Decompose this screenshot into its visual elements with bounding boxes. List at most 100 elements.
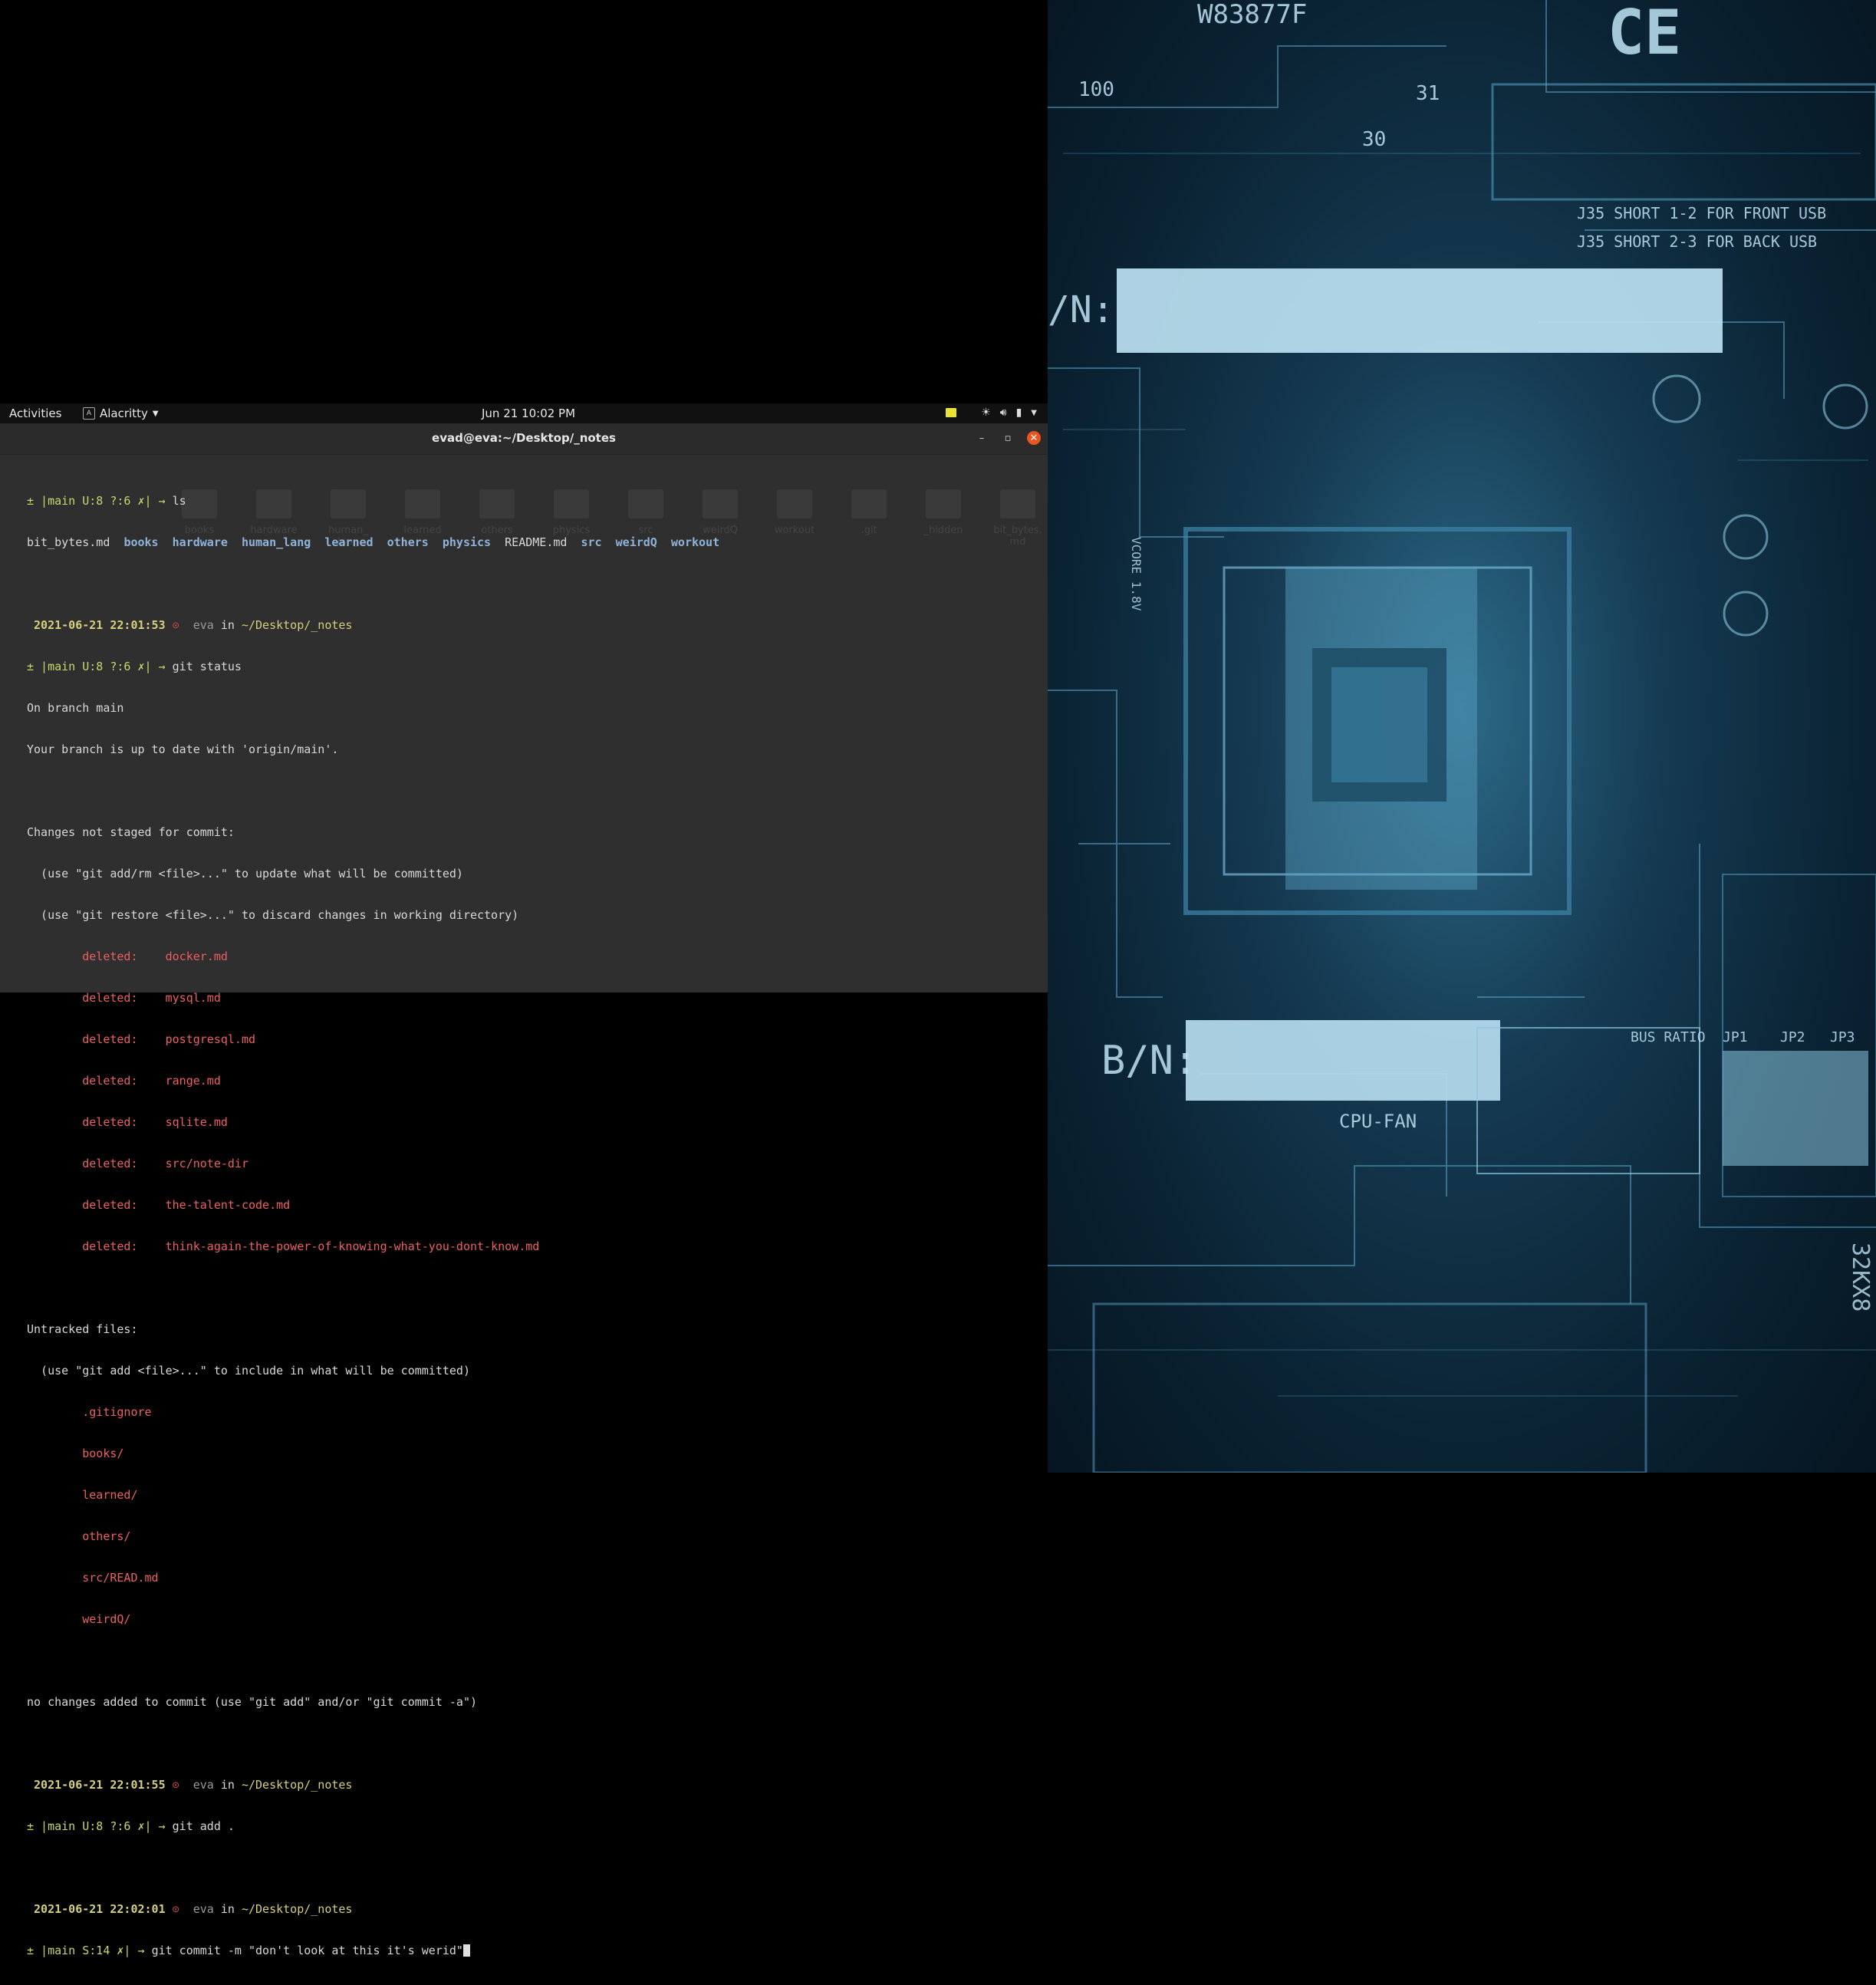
deleted-entry: deleted: postgresql.md bbox=[27, 1032, 1040, 1046]
window-titlebar[interactable]: evad@eva:~/Desktop/_notes – ▫ ✕ bbox=[0, 423, 1048, 455]
status-text: (use "git add <file>..." to include in w… bbox=[27, 1364, 470, 1378]
ls-dir: others bbox=[387, 535, 429, 549]
clock-icon: ⊙ bbox=[172, 618, 179, 632]
svg-text:B/N:: B/N: bbox=[1101, 1038, 1197, 1084]
volume-icon[interactable]: 🔊︎ bbox=[1000, 407, 1007, 419]
battery-icon[interactable]: ▮ bbox=[1016, 407, 1022, 419]
app-menu-label: Alacritty bbox=[100, 407, 148, 420]
ls-dir: physics bbox=[442, 535, 492, 549]
timestamp-line: 2021-06-21 22:02:01 ⊙ eva in ~/Desktop/_… bbox=[27, 1902, 1040, 1916]
ls-dir: learned bbox=[324, 535, 374, 549]
chevron-down-icon: ▼ bbox=[152, 409, 159, 418]
svg-text:30: 30 bbox=[1362, 128, 1386, 151]
untracked-file: src/READ.md bbox=[82, 1571, 159, 1585]
terminal-window[interactable]: evad@eva:~/Desktop/_notes – ▫ ✕ books har… bbox=[0, 423, 1048, 1957]
system-menu-chevron-icon[interactable]: ▼ bbox=[1031, 409, 1037, 417]
app-menu[interactable]: A Alacritty ▼ bbox=[83, 407, 159, 420]
ls-file: bit_bytes.md bbox=[27, 535, 110, 549]
close-button[interactable]: ✕ bbox=[1027, 431, 1041, 445]
deleted-file: the-talent-code.md bbox=[165, 1198, 291, 1212]
status-text: Untracked files: bbox=[27, 1322, 138, 1336]
ls-dir: src bbox=[581, 535, 602, 549]
untracked-entry: others/ bbox=[27, 1529, 1040, 1543]
prompt: ± |main S:14 ✗| → bbox=[27, 1944, 152, 1957]
svg-text:31: 31 bbox=[1416, 82, 1440, 105]
untracked-entry: books/ bbox=[27, 1447, 1040, 1460]
svg-text:VCORE 1.8V: VCORE 1.8V bbox=[1129, 537, 1144, 611]
deleted-label: deleted: bbox=[82, 1115, 138, 1129]
svg-text:JP3: JP3 bbox=[1830, 1029, 1855, 1045]
deleted-file: range.md bbox=[165, 1074, 221, 1088]
deleted-label: deleted: bbox=[82, 950, 138, 963]
svg-text:100: 100 bbox=[1078, 78, 1114, 101]
deleted-label: deleted: bbox=[82, 1198, 138, 1212]
untracked-file: .gitignore bbox=[82, 1405, 152, 1419]
deleted-entry: deleted: sqlite.md bbox=[27, 1115, 1040, 1129]
system-tray[interactable]: ☀ 🔊︎ ▮ ▼ bbox=[946, 407, 1037, 419]
untracked-file: weirdQ/ bbox=[82, 1612, 131, 1626]
timestamp-line: 2021-06-21 22:01:53 ⊙ eva in ~/Desktop/_… bbox=[27, 618, 1040, 632]
terminal-app-icon: A bbox=[83, 407, 95, 420]
prompt: ± |main U:8 ?:6 ✗| → bbox=[27, 494, 173, 508]
brightness-icon[interactable]: ☀ bbox=[981, 407, 991, 419]
status-text: (use "git restore <file>..." to discard … bbox=[27, 908, 519, 922]
untracked-entry: .gitignore bbox=[27, 1405, 1040, 1419]
deleted-entry: deleted: think-again-the-power-of-knowin… bbox=[27, 1239, 1040, 1253]
batch-number-sticker bbox=[1186, 1020, 1500, 1101]
prompt-line: ± |main U:8 ?:6 ✗| → git add . bbox=[27, 1819, 1040, 1833]
timestamp: 2021-06-21 22:01:53 bbox=[34, 618, 166, 632]
minimize-button[interactable]: – bbox=[975, 431, 989, 445]
notes-indicator-icon[interactable] bbox=[946, 408, 957, 417]
deleted-file: postgresql.md bbox=[165, 1032, 256, 1046]
deleted-label: deleted: bbox=[82, 1032, 138, 1046]
svg-text:JP1: JP1 bbox=[1723, 1029, 1748, 1045]
svg-text:JP2: JP2 bbox=[1780, 1029, 1805, 1045]
username: eva bbox=[193, 1902, 214, 1916]
svg-text:BUS RATIO: BUS RATIO bbox=[1631, 1029, 1706, 1045]
wallpaper-label: W83877F bbox=[1197, 0, 1307, 30]
svg-text:J35 SHORT 2-3 FOR BACK USB: J35 SHORT 2-3 FOR BACK USB bbox=[1577, 232, 1817, 251]
timestamp: 2021-06-21 22:01:55 bbox=[34, 1778, 166, 1792]
untracked-entry: src/READ.md bbox=[27, 1571, 1040, 1585]
username: eva bbox=[193, 1778, 214, 1792]
deleted-entry: deleted: src/note-dir bbox=[27, 1157, 1040, 1170]
status-text: Changes not staged for commit: bbox=[27, 825, 235, 839]
svg-text:J35 SHORT 1-2 FOR FRONT USB: J35 SHORT 1-2 FOR FRONT USB bbox=[1577, 204, 1826, 222]
deleted-file: mysql.md bbox=[165, 991, 221, 1005]
text-cursor bbox=[462, 1944, 470, 1957]
deleted-file: think-again-the-power-of-knowing-what-yo… bbox=[165, 1239, 540, 1253]
command-input[interactable]: git commit -m "don't look at this it's w… bbox=[152, 1944, 463, 1957]
deleted-label: deleted: bbox=[82, 1239, 138, 1253]
maximize-button[interactable]: ▫ bbox=[1001, 431, 1015, 445]
command: ls bbox=[172, 494, 186, 508]
ls-dir: hardware bbox=[172, 535, 228, 549]
prompt-line[interactable]: ± |main S:14 ✗| → git commit -m "don't l… bbox=[27, 1944, 1040, 1957]
status-text: no changes added to commit (use "git add… bbox=[27, 1695, 477, 1709]
deleted-label: deleted: bbox=[82, 1074, 138, 1088]
terminal-output[interactable]: ± |main U:8 ?:6 ✗| → ls bit_bytes.md boo… bbox=[27, 466, 1040, 1985]
svg-text:CE: CE bbox=[1608, 0, 1681, 68]
command: git add . bbox=[172, 1819, 235, 1833]
ls-dir: weirdQ bbox=[615, 535, 657, 549]
prompt: ± |main U:8 ?:6 ✗| → bbox=[27, 1819, 173, 1833]
deleted-entry: deleted: range.md bbox=[27, 1074, 1040, 1088]
clock-icon: ⊙ bbox=[172, 1902, 179, 1916]
clock[interactable]: Jun 21 10:02 PM bbox=[482, 407, 575, 420]
ls-dir: human_lang bbox=[241, 535, 311, 549]
serial-number-sticker bbox=[1117, 268, 1723, 353]
deleted-entry: deleted: docker.md bbox=[27, 950, 1040, 963]
activities-button[interactable]: Activities bbox=[9, 407, 61, 420]
circuit-board-wallpaper: W83877F CE J35 SHORT 1-2 FOR FRONT USB J… bbox=[1048, 0, 1876, 1473]
prompt-line: ± |main U:8 ?:6 ✗| → ls bbox=[27, 494, 1040, 508]
svg-text:32KX8: 32KX8 bbox=[1847, 1243, 1874, 1312]
deleted-file: docker.md bbox=[165, 950, 228, 963]
status-text: On branch main bbox=[27, 701, 124, 715]
timestamp-line: 2021-06-21 22:01:55 ⊙ eva in ~/Desktop/_… bbox=[27, 1778, 1040, 1792]
timestamp: 2021-06-21 22:02:01 bbox=[34, 1902, 166, 1916]
ls-dir: workout bbox=[670, 535, 720, 549]
svg-text:CPU-FAN: CPU-FAN bbox=[1339, 1111, 1417, 1132]
deleted-file: sqlite.md bbox=[165, 1115, 228, 1129]
cwd-path: ~/Desktop/_notes bbox=[241, 618, 353, 632]
cwd-path: ~/Desktop/_notes bbox=[241, 1902, 353, 1916]
in-word: in bbox=[220, 1778, 235, 1792]
